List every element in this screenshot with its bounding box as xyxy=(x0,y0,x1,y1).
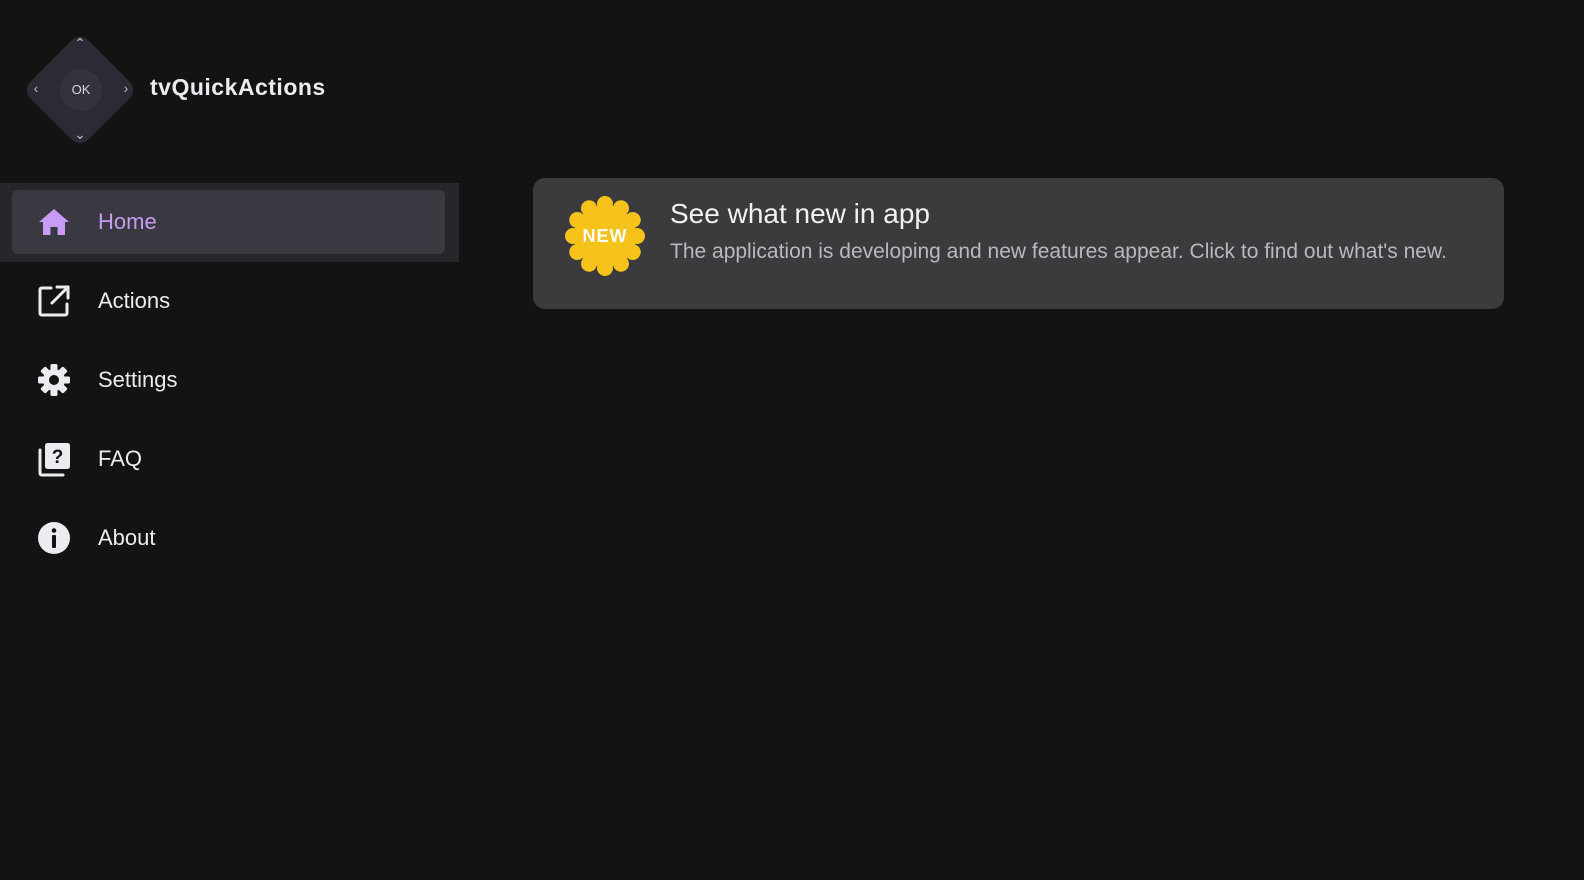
sidebar-item-label: Home xyxy=(98,209,157,234)
info-icon xyxy=(36,520,72,556)
sidebar-item-home[interactable]: Home xyxy=(12,190,445,254)
app-logo: OK ⌃ ⌄ ‹ › xyxy=(20,30,140,150)
svg-text:?: ? xyxy=(52,447,64,468)
logo-ok-label: OK xyxy=(60,69,102,111)
sidebar-item-label: About xyxy=(98,525,156,550)
card-title: See what new in app xyxy=(670,198,930,229)
chevron-up-icon: ⌃ xyxy=(74,35,86,51)
chevron-left-icon: ‹ xyxy=(33,80,39,96)
sidebar-item-actions[interactable]: Actions xyxy=(12,269,445,333)
app-title: tvQuickActions xyxy=(150,74,326,100)
card-description: The application is developing and new fe… xyxy=(670,240,1447,263)
sidebar-item-about[interactable]: About xyxy=(12,506,445,570)
chevron-right-icon: › xyxy=(123,80,129,96)
whats-new-card[interactable]: NEW See what new in app The application … xyxy=(533,178,1504,309)
sidebar-item-label: FAQ xyxy=(98,446,143,471)
question-library-icon: ? xyxy=(36,441,72,477)
new-badge-label: NEW xyxy=(582,226,628,246)
sidebar-item-label: Settings xyxy=(98,367,178,392)
sidebar-item-faq[interactable]: ? FAQ xyxy=(12,427,445,491)
home-icon xyxy=(36,204,72,240)
gear-icon xyxy=(36,362,72,398)
new-badge-icon: NEW xyxy=(563,194,647,278)
sidebar-item-settings[interactable]: Settings xyxy=(12,348,445,412)
app-window: OK ⌃ ⌄ ‹ › tvQuickActions Home Actions S… xyxy=(0,0,1584,880)
sidebar-item-label: Actions xyxy=(98,288,171,313)
open-external-icon xyxy=(36,283,72,319)
chevron-down-icon: ⌄ xyxy=(74,126,86,142)
